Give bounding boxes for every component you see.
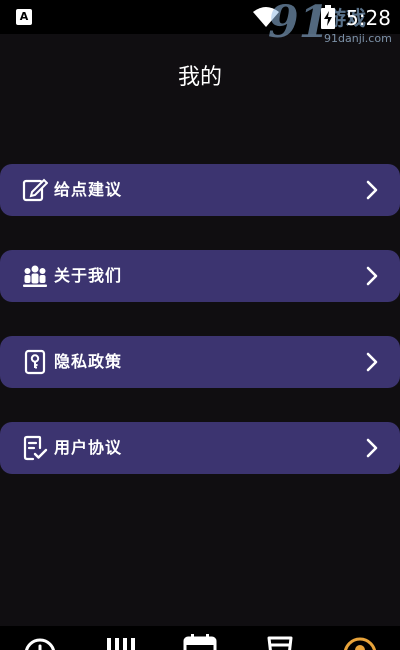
profile-icon[interactable] [340,634,380,650]
chevron-right-icon [366,180,378,200]
grid-icon[interactable] [101,634,141,650]
bottom-nav [0,626,400,650]
menu-item-label: 用户协议 [54,438,123,457]
calendar-icon[interactable] [180,634,220,650]
page-title: 我的 [177,65,222,90]
wifi-icon [253,7,279,27]
menu-item-about-us[interactable]: 关于我们 [0,250,400,302]
screen: A 91 游戏 91danji.com 5:28 我的 给点建议 关于我们 隐私… [0,0,400,650]
menu-item-label: 隐私政策 [54,352,123,371]
chevron-right-icon [366,438,378,458]
status-bar: A 91 游戏 91danji.com 5:28 [0,0,400,48]
menu-item-privacy-policy[interactable]: 隐私政策 [0,336,400,388]
people-icon [23,265,47,287]
chevron-right-icon [366,266,378,286]
clock-icon[interactable] [20,634,60,650]
menu-item-user-agreement[interactable]: 用户协议 [0,422,400,474]
menu-item-label: 关于我们 [54,266,123,285]
cup-icon[interactable] [260,634,300,650]
menu-item-label: 给点建议 [54,180,123,199]
chevron-right-icon [366,352,378,372]
lock-document-icon [24,349,46,375]
checklist-icon [23,435,48,461]
status-time: 5:28 [346,6,391,30]
edit-icon [22,178,48,202]
app-notification-icon: A [16,9,32,25]
menu-item-feedback[interactable]: 给点建议 [0,164,400,216]
watermark-url: 91danji.com [324,32,392,45]
battery-charging-icon [321,5,335,29]
